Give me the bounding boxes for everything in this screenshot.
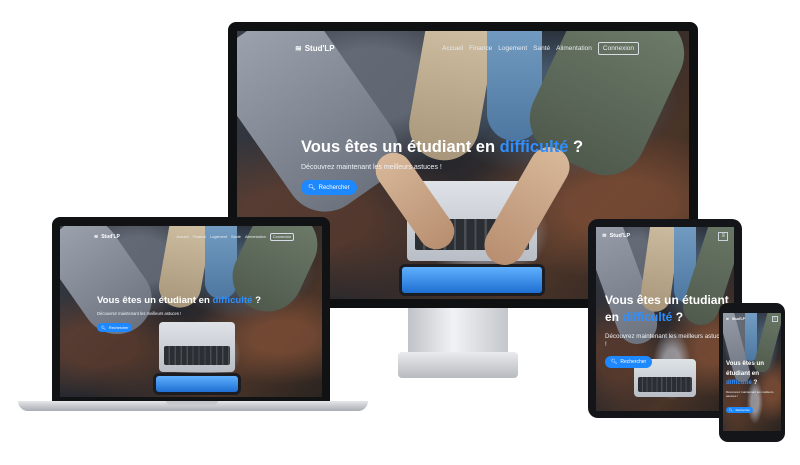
brand-logo[interactable]: ≋ Stud'LP xyxy=(94,234,120,240)
search-button[interactable]: 🔍︎ Rechercher xyxy=(726,406,754,413)
nav-item-finance[interactable]: Finance xyxy=(193,235,207,239)
hero-title: Vous êtes un étudiant en difficulté ? xyxy=(605,293,729,325)
login-button[interactable]: Connexion xyxy=(597,41,639,55)
nav-menu: Accueil Finance Logement Santé Alimentat… xyxy=(176,233,294,241)
search-icon: 🔍︎ xyxy=(611,358,618,365)
phone-device: ≋ Stud'LP ≡ Vous êtes un étudiant en dif… xyxy=(719,303,785,442)
search-button[interactable]: 🔍︎ Rechercher xyxy=(301,180,357,196)
navbar: ≋ Stud'LP ≡ xyxy=(596,227,734,245)
phone-screen: ≋ Stud'LP ≡ Vous êtes un étudiant en dif… xyxy=(723,313,781,431)
hero-title: Vous êtes un étudiant en difficulté ? xyxy=(97,295,262,306)
search-icon: 🔍︎ xyxy=(101,326,106,331)
hamburger-icon: ≡ xyxy=(718,231,728,241)
search-icon: 🔍︎ xyxy=(729,407,733,412)
nav-item-sante[interactable]: Santé xyxy=(533,45,550,52)
brand-logo[interactable]: ≋ Stud'LP xyxy=(295,44,335,53)
hero-content: Vous êtes un étudiant en difficulté ? Dé… xyxy=(726,359,780,416)
nav-toggler[interactable]: ≡ xyxy=(771,316,778,322)
navbar: ≋ Stud'LP Accueil Finance Logement Santé… xyxy=(237,31,689,65)
hero-subtitle: Découvrez maintenant les meilleurs astuc… xyxy=(605,332,727,348)
nav-item-alimentation[interactable]: Alimentation xyxy=(556,45,592,52)
brand-logo[interactable]: ≋ Stud'LP xyxy=(602,233,630,239)
hamburger-icon: ≡ xyxy=(771,316,778,322)
nav-item-accueil[interactable]: Accueil xyxy=(442,45,463,52)
hero-subtitle: Découvrez maintenant les meilleurs astuc… xyxy=(726,389,774,398)
hero-content: Vous êtes un étudiant en difficulté ? Dé… xyxy=(301,138,601,196)
hero-content: Vous êtes un étudiant en difficulté ? Dé… xyxy=(605,292,729,368)
nav-item-finance[interactable]: Finance xyxy=(469,45,492,52)
nav-menu: Accueil Finance Logement Santé Alimentat… xyxy=(442,41,639,55)
login-button[interactable]: Connexion xyxy=(269,233,294,241)
tablet-screen: ≋ Stud'LP ≡ Vous êtes un étudiant en dif… xyxy=(596,227,734,411)
laptop-screen: ≋ Stud'LP Accueil Finance Logement Santé… xyxy=(60,226,322,397)
hero-title: Vous êtes un étudiant en difficulté ? xyxy=(726,360,765,387)
search-button[interactable]: 🔍︎ Rechercher xyxy=(97,323,133,333)
monitor-base xyxy=(398,352,518,378)
nav-item-sante[interactable]: Santé xyxy=(231,235,241,239)
logo-icon: ≋ xyxy=(295,43,302,53)
logo-icon: ≋ xyxy=(726,317,729,321)
hero-title-accent: difficulté xyxy=(622,310,673,325)
search-icon: 🔍︎ xyxy=(308,185,316,192)
hero-title-accent: difficulté xyxy=(499,138,569,156)
navbar: ≋ Stud'LP ≡ xyxy=(723,313,781,325)
laptop-lid: ≋ Stud'LP Accueil Finance Logement Santé… xyxy=(52,217,330,401)
navbar: ≋ Stud'LP Accueil Finance Logement Santé… xyxy=(60,226,322,248)
brand-logo[interactable]: ≋ Stud'LP xyxy=(726,317,745,321)
logo-icon: ≋ xyxy=(602,233,607,239)
hero-subtitle: Découvrez maintenant les meilleurs astuc… xyxy=(97,311,182,317)
hero-title-accent: difficulté xyxy=(212,295,253,306)
nav-item-accueil[interactable]: Accueil xyxy=(176,235,188,239)
nav-item-logement[interactable]: Logement xyxy=(210,235,227,239)
hero-title-accent: difficulté xyxy=(726,379,752,387)
hero-subtitle: Découvrez maintenant les meilleurs astuc… xyxy=(301,164,442,172)
hero-content: Vous êtes un étudiant en difficulté ? Dé… xyxy=(97,295,297,334)
nav-item-alimentation[interactable]: Alimentation xyxy=(245,235,266,239)
nav-item-logement[interactable]: Logement xyxy=(498,45,527,52)
monitor-neck xyxy=(408,308,508,356)
laptop-notch xyxy=(166,401,218,405)
nav-toggler[interactable]: ≡ xyxy=(718,231,728,241)
hero-title: Vous êtes un étudiant en difficulté ? xyxy=(301,138,584,156)
search-button[interactable]: 🔍︎ Rechercher xyxy=(605,355,653,368)
logo-icon: ≋ xyxy=(94,234,99,240)
